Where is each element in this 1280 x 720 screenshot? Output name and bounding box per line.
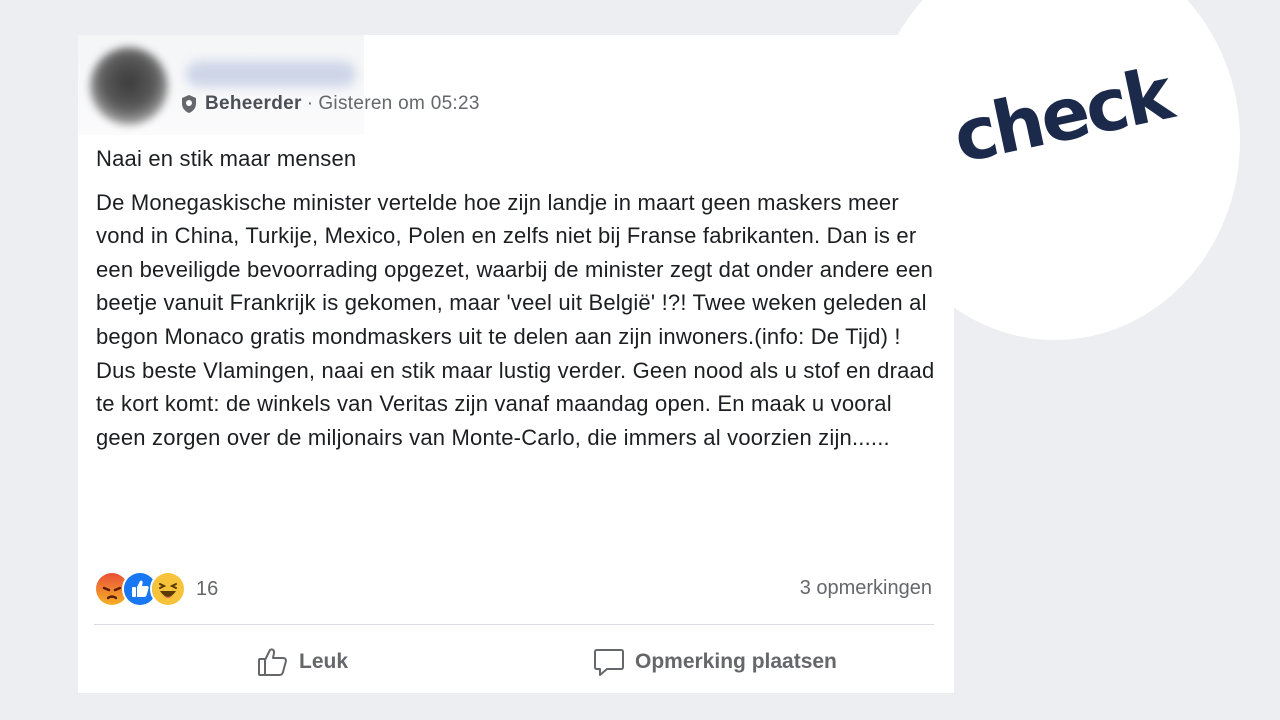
haha-icon — [150, 571, 186, 607]
meta-separator: · — [306, 93, 314, 114]
comment-bubble-icon — [594, 649, 624, 676]
comment-label: Opmerking plaatsen — [635, 650, 837, 673]
post-timestamp[interactable]: Gisteren om 05:23 — [318, 93, 479, 115]
post-title-line: Naai en stik maar mensen — [96, 146, 357, 171]
role-badge[interactable]: Beheerder — [205, 93, 302, 115]
like-label: Leuk — [299, 650, 349, 673]
post-paragraph: Dus beste Vlamingen, naai en stik maar l… — [96, 357, 935, 450]
facebook-post: Beheerder · Gisteren om 05:23 Naai en st… — [78, 35, 954, 693]
reaction-count[interactable]: 16 — [196, 578, 218, 601]
author-name-blurred[interactable] — [186, 61, 356, 87]
like-button[interactable]: Leuk — [256, 640, 348, 684]
post-paragraph: De Monegaskische minister vertelde hoe z… — [96, 189, 934, 349]
avatar[interactable] — [90, 47, 168, 125]
reactions-summary[interactable]: 16 — [94, 570, 218, 608]
post-body: Naai en stik maar mensen De Monegaskisch… — [96, 142, 946, 454]
shield-icon — [182, 95, 196, 113]
comment-button[interactable]: Opmerking plaatsen — [592, 640, 837, 684]
comments-count-link[interactable]: 3 opmerkingen — [800, 577, 932, 600]
thumbs-up-icon — [258, 648, 287, 676]
post-meta: Beheerder · Gisteren om 05:23 — [180, 93, 480, 115]
divider — [94, 624, 934, 625]
